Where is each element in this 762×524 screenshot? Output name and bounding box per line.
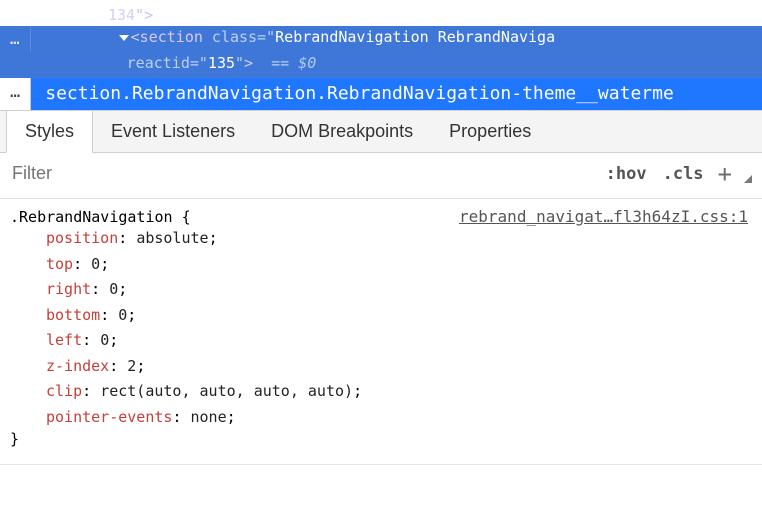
styles-toolbar: :hov .cls +: [0, 153, 762, 199]
tab-styles[interactable]: Styles: [6, 111, 93, 153]
attr-eq: =: [190, 54, 199, 72]
colon: :: [91, 280, 109, 298]
css-declaration[interactable]: pointer-events: none;: [10, 405, 748, 431]
attr-name: reactid: [127, 54, 190, 72]
angle-open: <: [131, 28, 140, 46]
breadcrumb-current[interactable]: section.RebrandNavigation.RebrandNavigat…: [31, 78, 762, 110]
css-property[interactable]: top: [46, 255, 73, 273]
semicolon: ;: [109, 331, 118, 349]
tag-name: section: [140, 28, 203, 46]
breadcrumb-ellipsis[interactable]: …: [0, 78, 31, 110]
resize-corner-icon[interactable]: [738, 165, 752, 183]
declarations-list: position: absolute;top: 0;right: 0;botto…: [10, 226, 748, 430]
css-value[interactable]: 0: [100, 331, 109, 349]
css-declaration[interactable]: right: 0;: [10, 277, 748, 303]
css-declaration[interactable]: bottom: 0;: [10, 303, 748, 329]
css-declaration[interactable]: top: 0;: [10, 252, 748, 278]
dom-text: ">: [135, 6, 153, 24]
filter-input[interactable]: [10, 157, 598, 190]
semicolon: ;: [136, 357, 145, 375]
expand-triangle-icon[interactable]: [119, 35, 129, 41]
colon: :: [109, 357, 127, 375]
css-declaration[interactable]: z-index: 2;: [10, 354, 748, 380]
new-rule-button[interactable]: +: [712, 163, 738, 185]
css-property[interactable]: left: [46, 331, 82, 349]
cls-toggle[interactable]: .cls: [655, 160, 712, 188]
gutter-ellipsis[interactable]: …: [0, 26, 31, 52]
dom-tree-panel: 134"> … <section class="RebrandNavigatio…: [0, 0, 762, 78]
css-property[interactable]: right: [46, 280, 91, 298]
css-declaration[interactable]: left: 0;: [10, 328, 748, 354]
angle-close: >: [244, 54, 253, 72]
css-property[interactable]: pointer-events: [46, 408, 172, 426]
css-value[interactable]: 2: [127, 357, 136, 375]
close-brace: }: [10, 430, 748, 448]
tab-dom-breakpoints[interactable]: DOM Breakpoints: [253, 111, 431, 152]
css-property[interactable]: position: [46, 229, 118, 247]
rule-selector[interactable]: .RebrandNavigation: [10, 208, 173, 226]
styles-tabs: Styles Event Listeners DOM Breakpoints P…: [0, 111, 762, 153]
semicolon: ;: [118, 280, 127, 298]
attr-quote: ": [266, 28, 275, 46]
css-value[interactable]: none: [191, 408, 227, 426]
semicolon: ;: [100, 255, 109, 273]
css-property[interactable]: clip: [46, 382, 82, 400]
dom-line-prev[interactable]: 134">: [0, 4, 762, 26]
css-declaration[interactable]: position: absolute;: [10, 226, 748, 252]
css-declaration[interactable]: clip: rect(auto, auto, auto, auto);: [10, 379, 748, 405]
attr-name: class: [212, 28, 257, 46]
attr-eq: =: [257, 28, 266, 46]
eq-eq: ==: [271, 54, 289, 72]
semicolon: ;: [227, 408, 236, 426]
attr-quote: ": [235, 54, 244, 72]
selected-element-marker: $0: [298, 54, 316, 72]
hov-toggle[interactable]: :hov: [598, 160, 655, 188]
css-value[interactable]: 0: [109, 280, 118, 298]
semicolon: ;: [209, 229, 218, 247]
open-brace: {: [182, 208, 191, 226]
attr-value: RebrandNavigation RebrandNaviga: [275, 28, 555, 46]
colon: :: [100, 306, 118, 324]
breadcrumb: … section.RebrandNavigation.RebrandNavig…: [0, 78, 762, 111]
attr-quote: ": [199, 54, 208, 72]
colon: :: [172, 408, 190, 426]
semicolon: ;: [127, 306, 136, 324]
css-value[interactable]: absolute: [136, 229, 208, 247]
colon: :: [82, 382, 100, 400]
tab-event-listeners[interactable]: Event Listeners: [93, 111, 253, 152]
tab-properties[interactable]: Properties: [431, 111, 549, 152]
css-value[interactable]: rect(auto, auto, auto, auto): [100, 382, 353, 400]
dom-line-selected-cont[interactable]: … reactid="135"> == $0: [0, 52, 762, 78]
colon: :: [118, 229, 136, 247]
colon: :: [82, 331, 100, 349]
colon: :: [73, 255, 91, 273]
rule-source-link[interactable]: rebrand_navigat…fl3h64zI.css:1: [459, 207, 748, 226]
css-property[interactable]: bottom: [46, 306, 100, 324]
dom-line-selected[interactable]: … <section class="RebrandNavigation Rebr…: [0, 26, 762, 52]
attr-value: 135: [208, 54, 235, 72]
css-value[interactable]: 0: [118, 306, 127, 324]
css-value[interactable]: 0: [91, 255, 100, 273]
css-rule: .RebrandNavigation { rebrand_navigat…fl3…: [0, 199, 762, 465]
css-property[interactable]: z-index: [46, 357, 109, 375]
semicolon: ;: [353, 382, 362, 400]
dom-text: 134: [108, 6, 135, 24]
